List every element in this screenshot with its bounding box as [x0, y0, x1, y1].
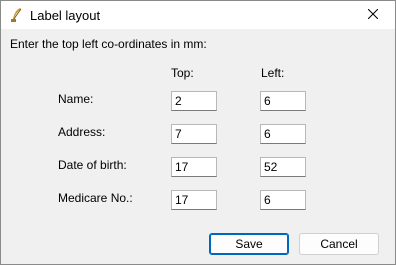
name-label: Name: — [58, 92, 94, 106]
label-layout-dialog: Label layout Enter the top left co-ordin… — [0, 0, 396, 265]
title-bar: Label layout — [1, 1, 395, 29]
instruction-text: Enter the top left co-ordinates in mm: — [10, 37, 207, 51]
cancel-button[interactable]: Cancel — [299, 233, 379, 255]
address-left-field[interactable] — [260, 124, 306, 144]
medicare-no-label: Medicare No.: — [58, 191, 133, 205]
left-column-header: Left: — [261, 66, 285, 80]
medicare-no-top-field[interactable] — [171, 190, 217, 210]
date-of-birth-label: Date of birth: — [58, 158, 127, 172]
name-left-field[interactable] — [260, 91, 306, 111]
address-top-field[interactable] — [171, 124, 217, 144]
top-column-header: Top: — [171, 66, 194, 80]
save-button[interactable]: Save — [209, 233, 289, 255]
date-of-birth-left-field[interactable] — [260, 157, 306, 177]
feather-pen-icon — [9, 7, 23, 23]
medicare-no-left-field[interactable] — [260, 190, 306, 210]
address-label: Address: — [58, 125, 106, 139]
date-of-birth-top-field[interactable] — [171, 157, 217, 177]
window-title: Label layout — [30, 8, 101, 23]
close-button[interactable] — [351, 1, 395, 29]
name-top-field[interactable] — [171, 91, 217, 111]
close-icon — [367, 8, 379, 22]
